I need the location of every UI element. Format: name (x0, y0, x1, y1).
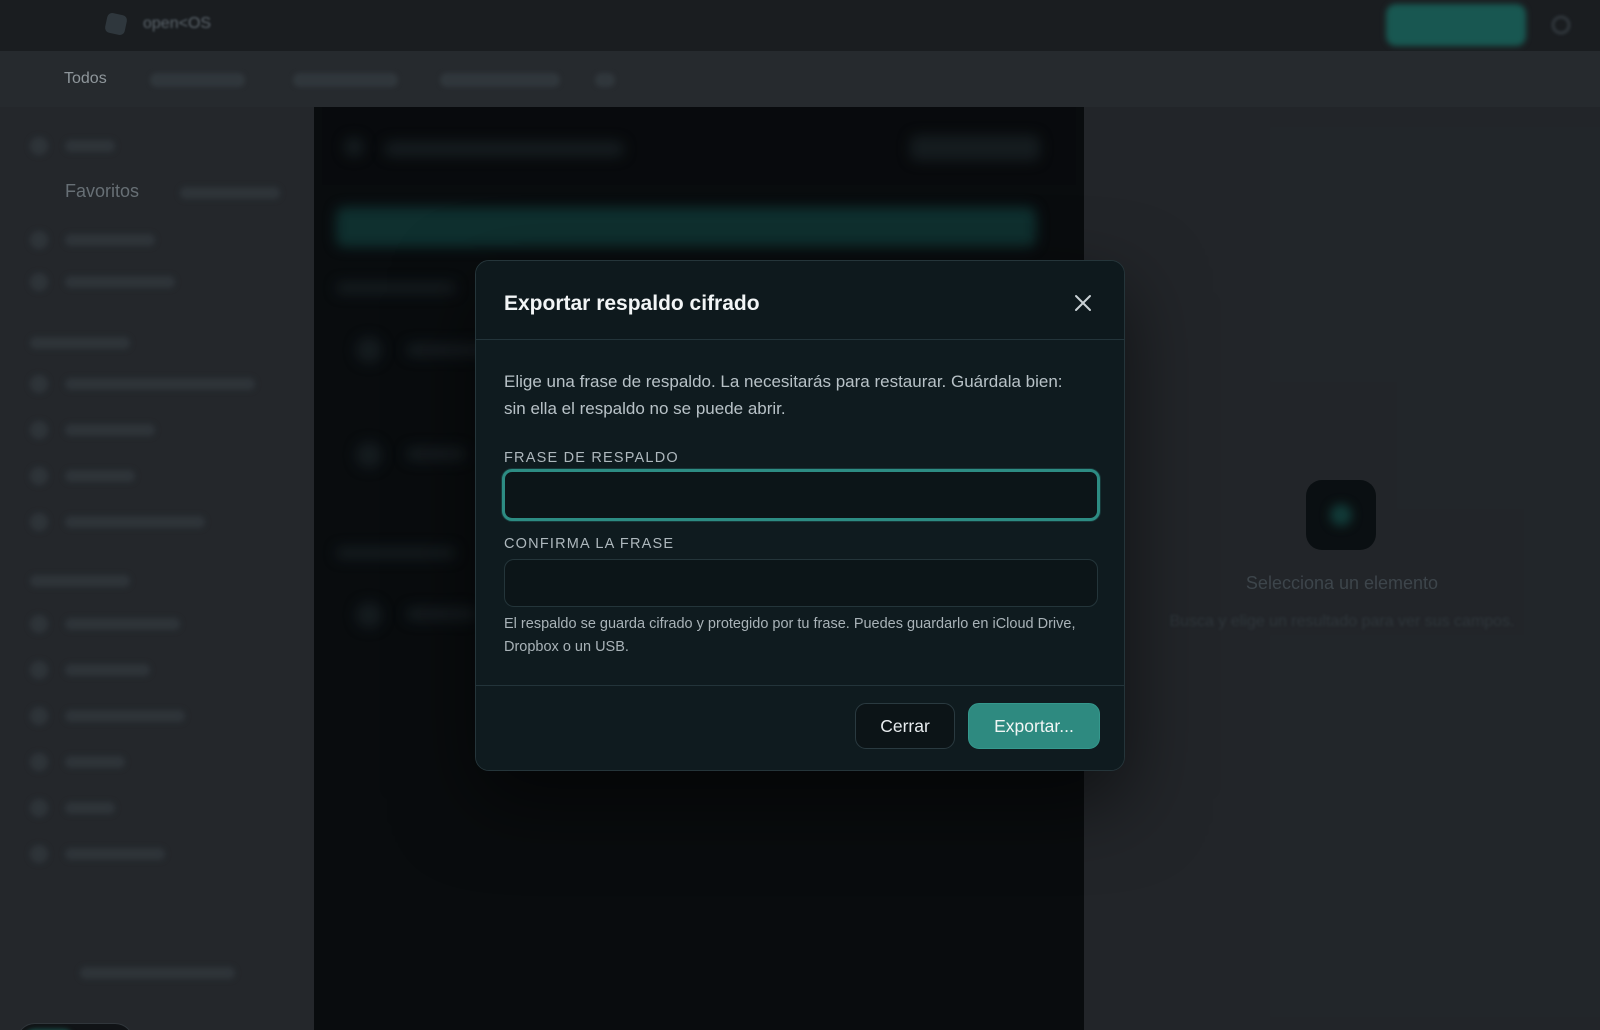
export-button[interactable]: Exportar... (968, 703, 1100, 749)
close-dialog-button[interactable]: Cerrar (855, 703, 955, 749)
close-button[interactable] (1071, 291, 1095, 315)
passphrase-label: FRASE DE RESPALDO (504, 450, 679, 466)
close-icon (1075, 295, 1091, 311)
dialog-header: Exportar respaldo cifrado (476, 261, 1124, 340)
dialog-description: Elige una frase de respaldo. La necesita… (504, 372, 1063, 418)
passphrase-input[interactable] (502, 469, 1100, 521)
backup-note: El respaldo se guarda cifrado y protegid… (504, 616, 1076, 655)
confirm-passphrase-label: CONFIRMA LA FRASE (504, 536, 675, 552)
dialog-title: Exportar respaldo cifrado (504, 292, 760, 315)
export-backup-dialog: Exportar respaldo cifrado Elige una fras… (475, 260, 1125, 771)
confirm-passphrase-input[interactable] (504, 559, 1098, 607)
dialog-footer: Cerrar Exportar... (476, 685, 1124, 770)
